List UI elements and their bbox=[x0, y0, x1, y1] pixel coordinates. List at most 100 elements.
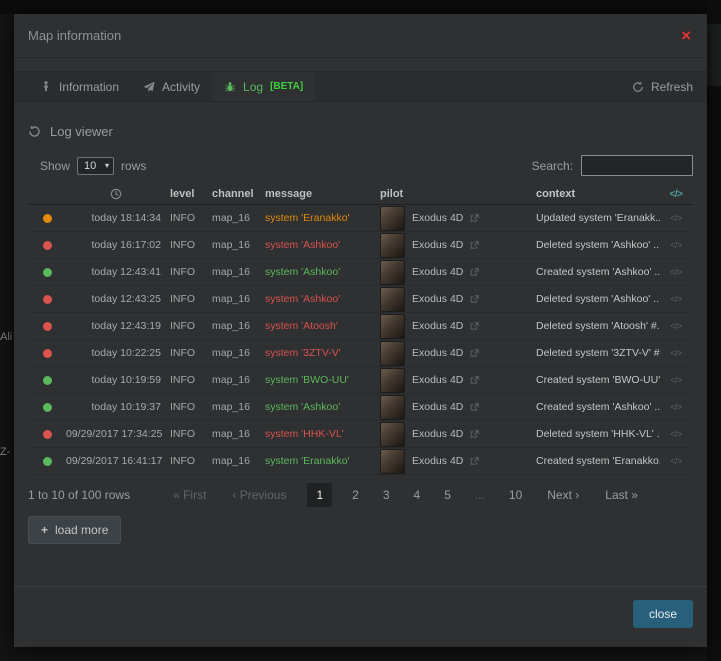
pagination: 1 to 10 of 100 rows « First ‹ Previous 1… bbox=[28, 483, 693, 507]
pilot-name: Exodus 4D bbox=[412, 374, 463, 386]
tab-label: Activity bbox=[162, 80, 200, 94]
close-button[interactable]: close bbox=[633, 600, 693, 628]
pagination-page[interactable]: 1 bbox=[307, 483, 332, 507]
row-code-icon[interactable]: </> bbox=[660, 402, 692, 412]
log-level: INFO bbox=[166, 239, 208, 251]
table-row: today 10:19:59INFOmap_16system 'BWO-UU'E… bbox=[28, 367, 693, 394]
status-dot-cell bbox=[28, 295, 66, 304]
log-context: Deleted system 'Atoosh' #... bbox=[532, 320, 660, 332]
log-time: today 10:22:25 bbox=[66, 347, 166, 359]
tab-information[interactable]: Information bbox=[28, 72, 131, 101]
log-message: system 'HHK-VL' bbox=[261, 428, 380, 440]
log-time: today 10:19:59 bbox=[66, 374, 166, 386]
log-time: today 12:43:19 bbox=[66, 320, 166, 332]
log-message: system 'Eranakko' bbox=[261, 212, 380, 224]
pilot-name: Exodus 4D bbox=[412, 428, 463, 440]
log-pilot-cell: Exodus 4D bbox=[380, 260, 532, 285]
load-more-button[interactable]: + load more bbox=[28, 516, 121, 544]
dialog-footer: close bbox=[14, 586, 707, 647]
external-link-icon bbox=[470, 322, 479, 331]
log-message: system 'Ashkoo' bbox=[261, 266, 380, 278]
log-level: INFO bbox=[166, 293, 208, 305]
status-dot-cell bbox=[28, 241, 66, 250]
row-code-icon[interactable]: </> bbox=[660, 375, 692, 385]
external-link-icon bbox=[470, 214, 479, 223]
pilot-name: Exodus 4D bbox=[412, 266, 463, 278]
log-message: system 'Eranakko' bbox=[261, 455, 380, 467]
log-context: Deleted system 'HHK-VL' ... bbox=[532, 428, 660, 440]
external-link-icon bbox=[470, 241, 479, 250]
background-ui-fragment bbox=[707, 24, 721, 86]
pagination-last[interactable]: Last » bbox=[605, 488, 638, 502]
background-map-label: Z- bbox=[0, 446, 10, 458]
log-time: 09/29/2017 17:34:25 bbox=[66, 428, 166, 440]
header-code-icon: </> bbox=[660, 189, 692, 200]
pagination-page[interactable]: 4 bbox=[414, 488, 421, 502]
load-more-label: load more bbox=[55, 523, 108, 537]
header-context[interactable]: context bbox=[532, 188, 660, 200]
pilot-name: Exodus 4D bbox=[412, 401, 463, 413]
pagination-page[interactable]: 2 bbox=[352, 488, 359, 502]
table-header-row: level channel message pilot context </> bbox=[28, 184, 693, 205]
status-dot-cell bbox=[28, 430, 66, 439]
header-message[interactable]: message bbox=[261, 188, 380, 200]
log-context: Deleted system 'Ashkoo' ... bbox=[532, 239, 660, 251]
header-channel[interactable]: channel bbox=[208, 188, 261, 200]
status-dot bbox=[43, 376, 52, 385]
table-row: 09/29/2017 17:34:25INFOmap_16system 'HHK… bbox=[28, 421, 693, 448]
pagination-page[interactable]: 5 bbox=[444, 488, 451, 502]
pagination-page[interactable]: 3 bbox=[383, 488, 390, 502]
table-row: today 12:43:41INFOmap_16system 'Ashkoo'E… bbox=[28, 259, 693, 286]
search-input[interactable] bbox=[581, 155, 693, 176]
status-dot-cell bbox=[28, 457, 66, 466]
dialog-header: Map information × bbox=[14, 14, 707, 58]
log-pilot-cell: Exodus 4D bbox=[380, 449, 532, 474]
external-link-icon bbox=[470, 403, 479, 412]
page-size-select[interactable]: 10 bbox=[77, 157, 114, 175]
pagination-previous[interactable]: ‹ Previous bbox=[232, 488, 286, 502]
section-title: Log viewer bbox=[50, 124, 113, 139]
log-context: Deleted system 'Ashkoo' ... bbox=[532, 293, 660, 305]
pagination-first[interactable]: « First bbox=[173, 488, 206, 502]
header-pilot[interactable]: pilot bbox=[380, 188, 532, 200]
log-context: Created system 'BWO-UU'... bbox=[532, 374, 660, 386]
log-context: Created system 'Ashkoo' ... bbox=[532, 266, 660, 278]
log-level: INFO bbox=[166, 266, 208, 278]
log-time: today 12:43:41 bbox=[66, 266, 166, 278]
tab-activity[interactable]: Activity bbox=[131, 72, 212, 101]
log-pilot-cell: Exodus 4D bbox=[380, 341, 532, 366]
log-context: Updated system 'Eranakk... bbox=[532, 212, 660, 224]
log-level: INFO bbox=[166, 428, 208, 440]
row-code-icon[interactable]: </> bbox=[660, 321, 692, 331]
log-message: system 'Ashkoo' bbox=[261, 401, 380, 413]
status-dot bbox=[43, 349, 52, 358]
row-code-icon[interactable]: </> bbox=[660, 267, 692, 277]
dialog-close-icon[interactable]: × bbox=[681, 27, 691, 44]
pilot-avatar bbox=[380, 449, 405, 474]
row-code-icon[interactable]: </> bbox=[660, 456, 692, 466]
status-dot bbox=[43, 268, 52, 277]
page-size-select-wrap: 10 ▾ bbox=[77, 157, 114, 175]
pagination-page[interactable]: 10 bbox=[509, 488, 522, 502]
row-code-icon[interactable]: </> bbox=[660, 240, 692, 250]
table-row: today 18:14:34INFOmap_16system 'Eranakko… bbox=[28, 205, 693, 232]
log-level: INFO bbox=[166, 320, 208, 332]
status-dot bbox=[43, 457, 52, 466]
log-channel: map_16 bbox=[208, 455, 261, 467]
status-dot bbox=[43, 403, 52, 412]
log-level: INFO bbox=[166, 212, 208, 224]
row-code-icon[interactable]: </> bbox=[660, 213, 692, 223]
status-dot bbox=[43, 241, 52, 250]
row-code-icon[interactable]: </> bbox=[660, 294, 692, 304]
pilot-avatar bbox=[380, 422, 405, 447]
row-code-icon[interactable]: </> bbox=[660, 429, 692, 439]
background-map-label: Ali bbox=[0, 331, 12, 343]
refresh-button[interactable]: Refresh bbox=[632, 72, 693, 101]
tab-log[interactable]: Log [BETA] bbox=[212, 72, 315, 101]
header-time-column[interactable] bbox=[66, 188, 166, 200]
status-dot-cell bbox=[28, 268, 66, 277]
row-code-icon[interactable]: </> bbox=[660, 348, 692, 358]
pagination-next[interactable]: Next › bbox=[547, 488, 579, 502]
header-level[interactable]: level bbox=[166, 188, 208, 200]
log-pilot-cell: Exodus 4D bbox=[380, 395, 532, 420]
